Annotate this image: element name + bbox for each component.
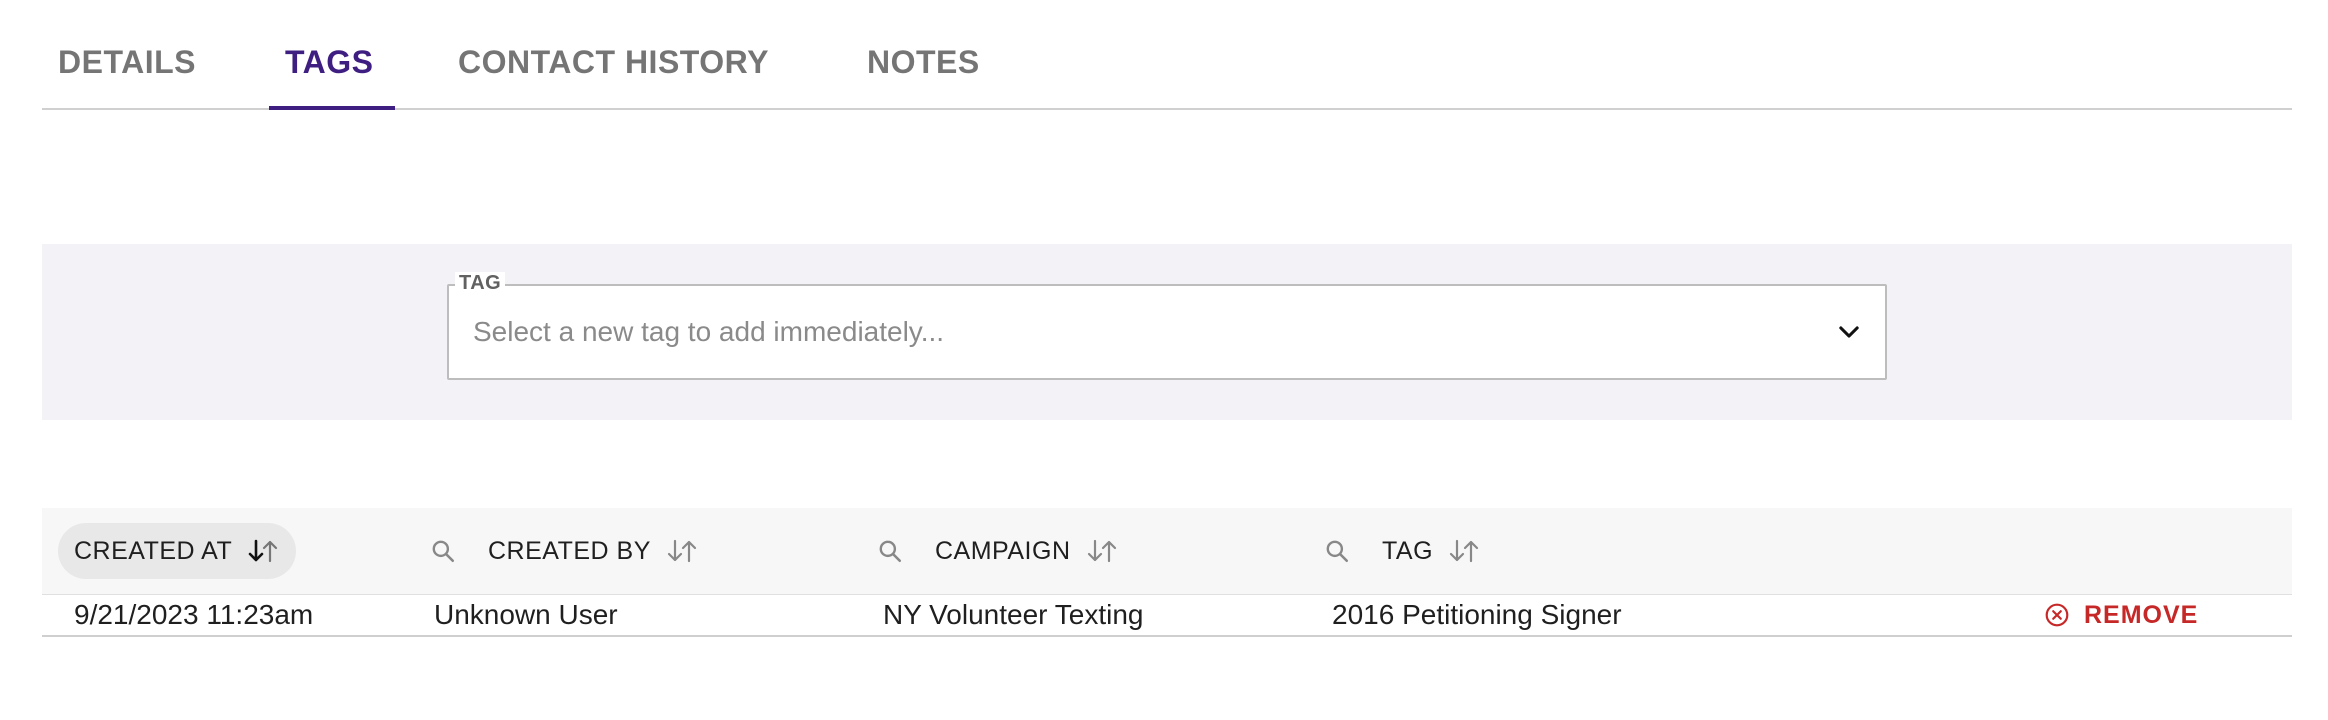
table-header: CREATED AT CREATED BY CAMPAIGN TAG xyxy=(42,508,2292,595)
column-header-created-by[interactable]: CREATED BY xyxy=(430,508,699,594)
tags-table: CREATED AT CREATED BY CAMPAIGN TAG 9/21/… xyxy=(42,508,2292,637)
tab-bar: DETAILS TAGS CONTACT HISTORY NOTES xyxy=(42,0,2292,110)
contact-tags-view: DETAILS TAGS CONTACT HISTORY NOTES TAG S… xyxy=(0,0,2328,720)
search-icon[interactable] xyxy=(877,538,903,564)
remove-tag-label: REMOVE xyxy=(2084,600,2199,629)
tab-notes[interactable]: NOTES xyxy=(867,0,980,106)
circle-x-icon xyxy=(2045,603,2069,627)
sort-arrows-icon[interactable] xyxy=(1447,537,1481,565)
cell-created-by: Unknown User xyxy=(434,599,618,630)
tab-tags[interactable]: TAGS xyxy=(285,0,374,106)
column-label-created-at: CREATED AT xyxy=(74,536,233,565)
sort-arrows-icon[interactable] xyxy=(246,537,280,565)
chevron-down-icon xyxy=(1839,326,1859,338)
add-tag-panel: TAG Select a new tag to add immediately.… xyxy=(42,244,2292,420)
column-label-tag: TAG xyxy=(1382,536,1434,565)
sort-arrows-icon[interactable] xyxy=(665,537,699,565)
column-header-campaign[interactable]: CAMPAIGN xyxy=(877,508,1119,594)
tag-select[interactable]: TAG Select a new tag to add immediately.… xyxy=(447,272,1887,380)
column-header-created-at[interactable]: CREATED AT xyxy=(58,523,297,579)
column-label-created-by: CREATED BY xyxy=(488,536,651,565)
cell-campaign: NY Volunteer Texting xyxy=(883,599,1144,630)
column-header-tag[interactable]: TAG xyxy=(1324,508,1481,594)
sort-arrows-icon[interactable] xyxy=(1085,537,1119,565)
tab-details[interactable]: DETAILS xyxy=(58,0,196,106)
table-row: 9/21/2023 11:23am Unknown User NY Volunt… xyxy=(42,595,2292,637)
active-tab-indicator xyxy=(269,106,395,110)
search-icon[interactable] xyxy=(430,538,456,564)
column-label-campaign: CAMPAIGN xyxy=(935,536,1071,565)
tab-contact-history[interactable]: CONTACT HISTORY xyxy=(458,0,769,106)
tag-select-placeholder: Select a new tag to add immediately... xyxy=(473,316,945,347)
cell-created-at: 9/21/2023 11:23am xyxy=(74,599,314,630)
search-icon[interactable] xyxy=(1324,538,1350,564)
cell-tag: 2016 Petitioning Signer xyxy=(1332,599,1622,630)
remove-tag-button[interactable]: REMOVE xyxy=(2044,595,2198,635)
